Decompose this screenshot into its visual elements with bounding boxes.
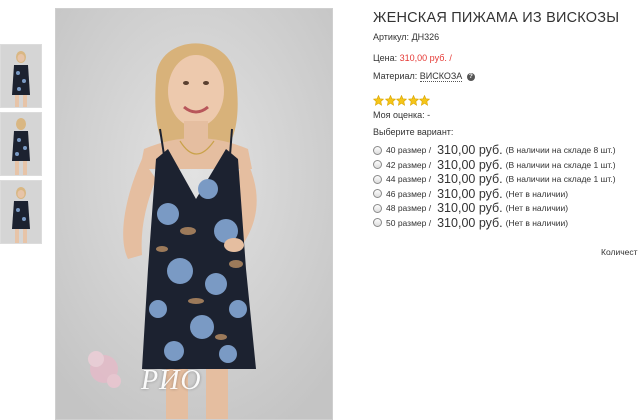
product-photo bbox=[56, 9, 332, 419]
thumbnail-1-image bbox=[1, 45, 41, 107]
variant-option[interactable]: 42 размер / 310,00 руб. (В наличии на ск… bbox=[373, 158, 616, 173]
quantity-label: Количест bbox=[601, 247, 638, 257]
price-value: 310,00 руб. bbox=[399, 53, 447, 63]
thumbnail-3[interactable] bbox=[0, 180, 42, 244]
variant-price: 310,00 руб. bbox=[437, 215, 503, 230]
variant-size: 44 размер / bbox=[386, 174, 432, 185]
rating-stars[interactable] bbox=[373, 93, 431, 106]
variant-price: 310,00 руб. bbox=[437, 201, 503, 216]
variant-size: 50 размер / bbox=[386, 217, 432, 228]
thumbnail-3-image bbox=[1, 181, 41, 243]
sku-label: Артикул: bbox=[373, 32, 410, 42]
radio-button[interactable] bbox=[373, 218, 382, 228]
help-icon[interactable]: ? bbox=[466, 73, 475, 81]
variant-option[interactable]: 46 размер / 310,00 руб. (Нет в наличии) bbox=[373, 187, 616, 202]
material-link[interactable]: ВИСКОЗА bbox=[419, 71, 463, 82]
star-icon[interactable] bbox=[419, 95, 430, 106]
variant-list: 40 размер / 310,00 руб. (В наличии на ск… bbox=[373, 143, 616, 230]
radio-button[interactable] bbox=[373, 189, 382, 199]
variant-price: 310,00 руб. bbox=[437, 172, 503, 187]
variant-price: 310,00 руб. bbox=[437, 157, 503, 172]
thumbnail-2-image bbox=[1, 113, 41, 175]
variant-size: 40 размер / bbox=[386, 145, 432, 156]
product-title: ЖЕНСКАЯ ПИЖАМА ИЗ ВИСКОЗЫ bbox=[373, 10, 620, 26]
star-icon[interactable] bbox=[407, 95, 419, 106]
my-rating: Моя оценка: - bbox=[373, 110, 431, 120]
star-icon[interactable] bbox=[373, 95, 384, 106]
variant-stock: (Нет в наличии) bbox=[505, 217, 569, 228]
radio-button[interactable] bbox=[373, 145, 382, 155]
variant-size: 42 размер / bbox=[386, 159, 432, 170]
variant-stock: (В наличии на складе 1 шт.) bbox=[505, 159, 616, 170]
variant-price: 310,00 руб. bbox=[437, 143, 503, 158]
sku-row: Артикул: ДН326 bbox=[373, 32, 439, 42]
variant-option[interactable]: 44 размер / 310,00 руб. (В наличии на ск… bbox=[373, 172, 616, 187]
material-row: Материал: ВИСКОЗА ? bbox=[373, 71, 475, 82]
radio-button[interactable] bbox=[373, 160, 382, 170]
choose-variant-label: Выберите вариант: bbox=[373, 127, 454, 137]
variant-option[interactable]: 48 размер / 310,00 руб. (Нет в наличии) bbox=[373, 201, 616, 216]
variant-stock: (В наличии на складе 8 шт.) bbox=[505, 145, 616, 156]
radio-button[interactable] bbox=[373, 203, 382, 213]
variant-size: 46 размер / bbox=[386, 188, 432, 199]
variant-stock: (Нет в наличии) bbox=[505, 203, 569, 214]
star-icon[interactable] bbox=[396, 95, 407, 106]
sku-value: ДН326 bbox=[411, 32, 440, 42]
variant-size: 48 размер / bbox=[386, 203, 432, 214]
variant-option[interactable]: 50 размер / 310,00 руб. (Нет в наличии) bbox=[373, 216, 616, 231]
variant-stock: (В наличии на складе 1 шт.) bbox=[505, 174, 616, 185]
thumbnail-strip bbox=[0, 44, 44, 248]
price-separator: / bbox=[449, 53, 452, 63]
variant-price: 310,00 руб. bbox=[437, 186, 503, 201]
star-icon[interactable] bbox=[384, 95, 396, 106]
radio-button[interactable] bbox=[373, 174, 382, 184]
variant-stock: (Нет в наличии) bbox=[505, 188, 569, 199]
thumbnail-1[interactable] bbox=[0, 44, 42, 108]
material-label: Материал: bbox=[373, 71, 418, 81]
price-label: Цена: bbox=[373, 53, 398, 63]
product-main-image[interactable]: РИО bbox=[55, 8, 333, 420]
thumbnail-2[interactable] bbox=[0, 112, 42, 176]
variant-option[interactable]: 40 размер / 310,00 руб. (В наличии на ск… bbox=[373, 143, 616, 158]
watermark-text: РИО bbox=[141, 365, 202, 396]
price-row: Цена: 310,00 руб. / bbox=[373, 53, 452, 63]
